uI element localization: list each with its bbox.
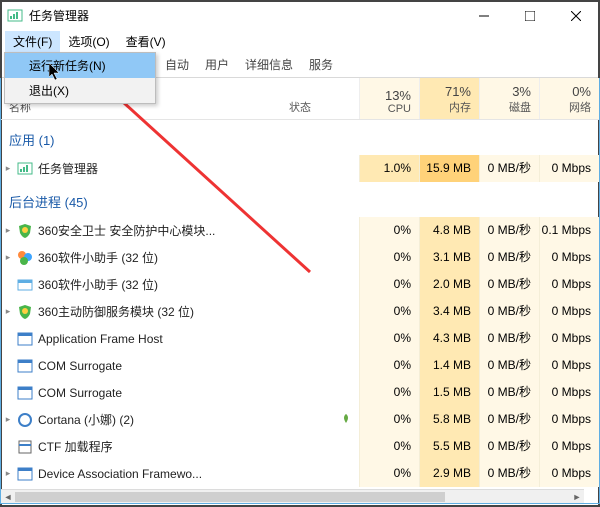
window-title: 任务管理器 [29, 7, 461, 24]
menubar: 文件(F) 选项(O) 查看(V) [0, 30, 600, 52]
maximize-button[interactable] [507, 2, 553, 30]
file-menu-item-1[interactable]: 退出(X) [5, 78, 155, 103]
cpu-cell: 0% [359, 217, 419, 244]
process-icon [17, 385, 33, 401]
col-metric-3[interactable]: 0%网络 [539, 78, 599, 119]
cpu-cell: 0% [359, 298, 419, 325]
process-icon [17, 223, 33, 239]
disk-cell: 0 MB/秒 [479, 379, 539, 406]
mem-cell: 2.0 MB [419, 271, 479, 298]
menu-options[interactable]: 选项(O) [60, 31, 117, 52]
process-name: Device Association Framewo... [38, 467, 341, 481]
net-cell: 0 Mbps [539, 155, 599, 182]
process-icon [17, 161, 33, 177]
titlebar[interactable]: 任务管理器 [0, 0, 600, 30]
app-icon [7, 8, 23, 24]
cpu-cell: 0% [359, 406, 419, 433]
scroll-right-button[interactable]: ► [570, 490, 584, 504]
cursor-icon [49, 63, 65, 83]
expand-icon[interactable]: ▸ [1, 163, 15, 174]
cpu-cell: 0% [359, 433, 419, 460]
process-row[interactable]: COM Surrogate 0%1.4 MB0 MB/秒0 Mbps [1, 352, 599, 379]
status-icon [341, 413, 359, 427]
process-row[interactable]: ▸ Cortana (小娜) (2) 0%5.8 MB0 MB/秒0 Mbps [1, 406, 599, 433]
disk-cell: 0 MB/秒 [479, 352, 539, 379]
mem-cell: 4.3 MB [419, 325, 479, 352]
cpu-cell: 0% [359, 352, 419, 379]
disk-cell: 0 MB/秒 [479, 271, 539, 298]
minimize-button[interactable] [461, 2, 507, 30]
mem-cell: 4.8 MB [419, 217, 479, 244]
disk-cell: 0 MB/秒 [479, 244, 539, 271]
disk-cell: 0 MB/秒 [479, 217, 539, 244]
col-metric-0[interactable]: 13%CPU [359, 78, 419, 119]
process-name: COM Surrogate [38, 386, 341, 400]
process-name: COM Surrogate [38, 359, 341, 373]
mem-cell: 15.9 MB [419, 155, 479, 182]
process-name: CTF 加载程序 [38, 438, 341, 455]
expand-icon[interactable]: ▸ [1, 225, 15, 236]
net-cell: 0 Mbps [539, 271, 599, 298]
net-cell: 0 Mbps [539, 460, 599, 487]
cpu-cell: 0% [359, 325, 419, 352]
process-name: Application Frame Host [38, 332, 341, 346]
disk-cell: 0 MB/秒 [479, 155, 539, 182]
scroll-thumb[interactable] [15, 492, 445, 502]
disk-cell: 0 MB/秒 [479, 298, 539, 325]
disk-cell: 0 MB/秒 [479, 433, 539, 460]
process-icon [17, 358, 33, 374]
disk-cell: 0 MB/秒 [479, 325, 539, 352]
net-cell: 0 Mbps [539, 298, 599, 325]
disk-cell: 0 MB/秒 [479, 406, 539, 433]
expand-icon[interactable]: ▸ [1, 468, 15, 479]
process-icon [17, 304, 33, 320]
mem-cell: 2.9 MB [419, 460, 479, 487]
process-row[interactable]: Application Frame Host 0%4.3 MB0 MB/秒0 Mb… [1, 325, 599, 352]
mem-cell: 5.5 MB [419, 433, 479, 460]
net-cell: 0 Mbps [539, 325, 599, 352]
mem-cell: 5.8 MB [419, 406, 479, 433]
expand-icon[interactable]: ▸ [1, 306, 15, 317]
mem-cell: 1.5 MB [419, 379, 479, 406]
net-cell: 0 Mbps [539, 433, 599, 460]
file-menu-item-0[interactable]: 运行新任务(N) [5, 53, 155, 78]
cpu-cell: 0% [359, 244, 419, 271]
process-row[interactable]: CTF 加载程序 0%5.5 MB0 MB/秒0 Mbps [1, 433, 599, 460]
file-menu-dropdown: 运行新任务(N)退出(X) [4, 52, 156, 104]
cpu-cell: 1.0% [359, 155, 419, 182]
menu-view[interactable]: 查看(V) [118, 31, 174, 52]
net-cell: 0 Mbps [539, 244, 599, 271]
cpu-cell: 0% [359, 271, 419, 298]
net-cell: 0 Mbps [539, 379, 599, 406]
expand-icon[interactable]: ▸ [1, 414, 15, 425]
process-icon [17, 412, 33, 428]
expand-icon[interactable]: ▸ [1, 252, 15, 263]
col-metric-1[interactable]: 71%内存 [419, 78, 479, 119]
process-icon [17, 277, 33, 293]
process-icon [17, 466, 33, 482]
net-cell: 0.1 Mbps [539, 217, 599, 244]
net-cell: 0 Mbps [539, 352, 599, 379]
col-metric-2[interactable]: 3%磁盘 [479, 78, 539, 119]
mem-cell: 1.4 MB [419, 352, 479, 379]
scrollbar-horizontal[interactable]: ◄ ► [1, 489, 584, 503]
process-row[interactable]: COM Surrogate 0%1.5 MB0 MB/秒0 Mbps [1, 379, 599, 406]
mem-cell: 3.1 MB [419, 244, 479, 271]
net-cell: 0 Mbps [539, 406, 599, 433]
scroll-left-button[interactable]: ◄ [1, 490, 15, 504]
mem-cell: 3.4 MB [419, 298, 479, 325]
close-button[interactable] [553, 2, 599, 30]
menu-file[interactable]: 文件(F) [5, 31, 60, 52]
process-row[interactable]: ▸Device Association Framewo...0%2.9 MB0 … [1, 460, 599, 487]
process-icon [17, 250, 33, 266]
process-icon [17, 331, 33, 347]
cpu-cell: 0% [359, 379, 419, 406]
disk-cell: 0 MB/秒 [479, 460, 539, 487]
process-icon [17, 439, 33, 455]
process-name: Cortana (小娜) (2) [38, 411, 341, 428]
cpu-cell: 0% [359, 460, 419, 487]
